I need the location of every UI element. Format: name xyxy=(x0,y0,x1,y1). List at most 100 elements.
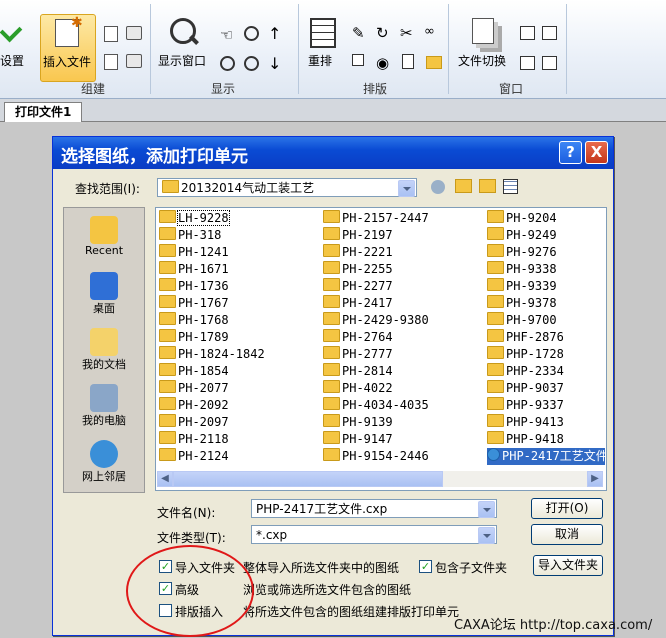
zoom-in-icon[interactable] xyxy=(244,56,259,71)
eye-icon[interactable]: ◉ xyxy=(376,54,394,72)
file-list-item[interactable]: PH-2097 xyxy=(159,414,229,431)
file-list-item[interactable]: PH-9339 xyxy=(487,278,557,295)
sheet-icon[interactable] xyxy=(402,54,414,69)
file-list-item[interactable]: PHP-9337 xyxy=(487,397,564,414)
import-folder-button[interactable]: 导入文件夹 xyxy=(533,555,603,576)
file-list-item[interactable]: LH-9228 xyxy=(159,210,230,227)
file-list-item[interactable]: PH-9204 xyxy=(487,210,557,227)
file-list-item[interactable]: PH-2118 xyxy=(159,431,229,448)
file-list-item[interactable]: PH-4034-4035 xyxy=(323,397,429,414)
document-tab[interactable]: 打印文件1 xyxy=(4,102,83,122)
file-list-item[interactable]: PH-2221 xyxy=(323,244,393,261)
settings-button[interactable]: 设置 xyxy=(0,8,36,78)
file-list-item[interactable]: PHP-9413 xyxy=(487,414,564,431)
tile-vertical-icon[interactable] xyxy=(542,56,557,70)
refresh-page-icon[interactable] xyxy=(104,54,118,70)
file-list-item[interactable]: PH-1854 xyxy=(159,363,229,380)
place-desktop[interactable]: 桌面 xyxy=(64,272,144,316)
cascade-icon[interactable] xyxy=(520,26,535,40)
file-list-item[interactable]: PH-1789 xyxy=(159,329,229,346)
view-menu-icon[interactable] xyxy=(503,179,518,194)
up-folder-icon[interactable] xyxy=(455,179,472,193)
file-list-item[interactable]: PH-2814 xyxy=(323,363,393,380)
file-list-item[interactable]: PH-2092 xyxy=(159,397,229,414)
file-list-item[interactable]: PHP-9418 xyxy=(487,431,564,448)
file-list-item[interactable]: PH-9249 xyxy=(487,227,557,244)
tile-grid-icon[interactable] xyxy=(520,56,535,70)
file-list-item[interactable]: PH-2077 xyxy=(159,380,229,397)
chevron-down-icon[interactable] xyxy=(478,501,495,518)
file-list-item[interactable]: PH-1736 xyxy=(159,278,229,295)
place-my-computer[interactable]: 我的电脑 xyxy=(64,384,144,428)
place-recent[interactable]: Recent xyxy=(64,216,144,257)
file-list-item[interactable]: PH-1767 xyxy=(159,295,229,312)
file-list[interactable]: LH-9228 PH-318 PH-1241 PH-1671 PH-1736 PH-176… xyxy=(155,207,607,491)
file-list-item[interactable]: PH-2777 xyxy=(323,346,393,363)
file-list-item[interactable]: PHP-2417工艺文件 xyxy=(487,448,605,465)
copy-icon[interactable] xyxy=(352,54,364,66)
rearrange-button[interactable]: 重排 xyxy=(304,16,340,76)
filetype-select[interactable]: *.cxp xyxy=(251,525,497,544)
file-list-item[interactable]: PHP-1728 xyxy=(487,346,564,363)
file-list-item[interactable]: PH-2429-9380 xyxy=(323,312,429,329)
printer-icon[interactable] xyxy=(126,26,142,40)
file-list-item[interactable]: PH-9154-2446 xyxy=(323,448,429,465)
file-list-item[interactable]: PH-318 xyxy=(159,227,221,244)
file-list-item[interactable]: PH-4022 xyxy=(323,380,393,397)
file-list-item[interactable]: PH-9378 xyxy=(487,295,557,312)
chevron-down-icon[interactable] xyxy=(478,527,495,544)
place-network[interactable]: 网上邻居 xyxy=(64,440,144,484)
close-button[interactable]: X xyxy=(585,141,608,164)
cancel-button[interactable]: 取消 xyxy=(531,524,603,545)
print-preview-icon[interactable] xyxy=(126,54,142,68)
scroll-left-icon[interactable]: ◀ xyxy=(157,471,173,487)
lookin-dropdown[interactable]: 20132014气动工装工艺 xyxy=(157,178,417,197)
file-list-item[interactable]: PH-9147 xyxy=(323,431,393,448)
chevron-down-icon[interactable] xyxy=(398,180,415,197)
open-button[interactable]: 打开(O) xyxy=(531,498,603,519)
filename-input[interactable]: PHP-2417工艺文件.cxp xyxy=(251,499,497,518)
tile-horizontal-icon[interactable] xyxy=(542,26,557,40)
file-list-item[interactable]: PH-1824-1842 xyxy=(159,346,265,363)
file-list-item[interactable]: PH-2277 xyxy=(323,278,393,295)
pen-icon[interactable]: ✎ xyxy=(352,24,370,42)
dialog-titlebar[interactable]: 选择图纸，添加打印单元 ? X xyxy=(53,137,613,169)
new-folder-icon[interactable] xyxy=(479,179,496,193)
file-list-item[interactable]: PH-2255 xyxy=(323,261,393,278)
arrow-down-icon[interactable]: ↓ xyxy=(268,54,286,73)
file-list-item[interactable]: PH-1671 xyxy=(159,261,229,278)
zoom-out-icon[interactable] xyxy=(220,56,235,71)
file-list-item[interactable]: PH-9276 xyxy=(487,244,557,261)
pan-hand-icon[interactable]: ☜ xyxy=(220,26,238,44)
zoom-icon[interactable] xyxy=(244,26,259,41)
file-list-item[interactable]: PH-2124 xyxy=(159,448,229,465)
file-list-item[interactable]: PH-2417 xyxy=(323,295,393,312)
file-list-item[interactable]: PH-9700 xyxy=(487,312,557,329)
file-list-item[interactable]: PH-2197 xyxy=(323,227,393,244)
folder-image-icon[interactable] xyxy=(426,56,442,69)
file-list-item[interactable]: PH-1768 xyxy=(159,312,229,329)
insert-file-button[interactable]: ✱ 插入文件 xyxy=(40,14,96,82)
file-list-item[interactable]: PHP-9037 xyxy=(487,380,564,397)
subfolder-checkbox[interactable]: ✓ xyxy=(419,560,432,573)
display-window-button[interactable]: 显示窗口 xyxy=(156,14,210,78)
link-icon[interactable]: ∞ xyxy=(424,24,442,42)
file-switch-button[interactable]: 文件切换 xyxy=(456,16,514,78)
file-list-item[interactable]: PH-1241 xyxy=(159,244,229,261)
file-list-item[interactable]: PH-2157-2447 xyxy=(323,210,429,227)
arrow-up-icon[interactable]: ↑ xyxy=(268,24,286,43)
file-list-item[interactable]: PH-2764 xyxy=(323,329,393,346)
horizontal-scrollbar[interactable]: ◀ ▶ xyxy=(157,471,603,487)
place-my-documents[interactable]: 我的文档 xyxy=(64,328,144,372)
page-icon[interactable] xyxy=(104,26,118,42)
file-list-item[interactable]: PH-9139 xyxy=(323,414,393,431)
back-icon[interactable] xyxy=(431,180,445,194)
help-button[interactable]: ? xyxy=(559,141,582,164)
rotate-icon[interactable]: ↻ xyxy=(376,24,394,42)
file-list-item[interactable]: PH-9338 xyxy=(487,261,557,278)
scroll-right-icon[interactable]: ▶ xyxy=(587,471,603,487)
file-list-item[interactable]: PHP-2334 xyxy=(487,363,564,380)
scroll-thumb[interactable] xyxy=(173,471,443,487)
file-list-item[interactable]: PHF-2876 xyxy=(487,329,564,346)
scissors-icon[interactable]: ✂ xyxy=(400,24,418,42)
